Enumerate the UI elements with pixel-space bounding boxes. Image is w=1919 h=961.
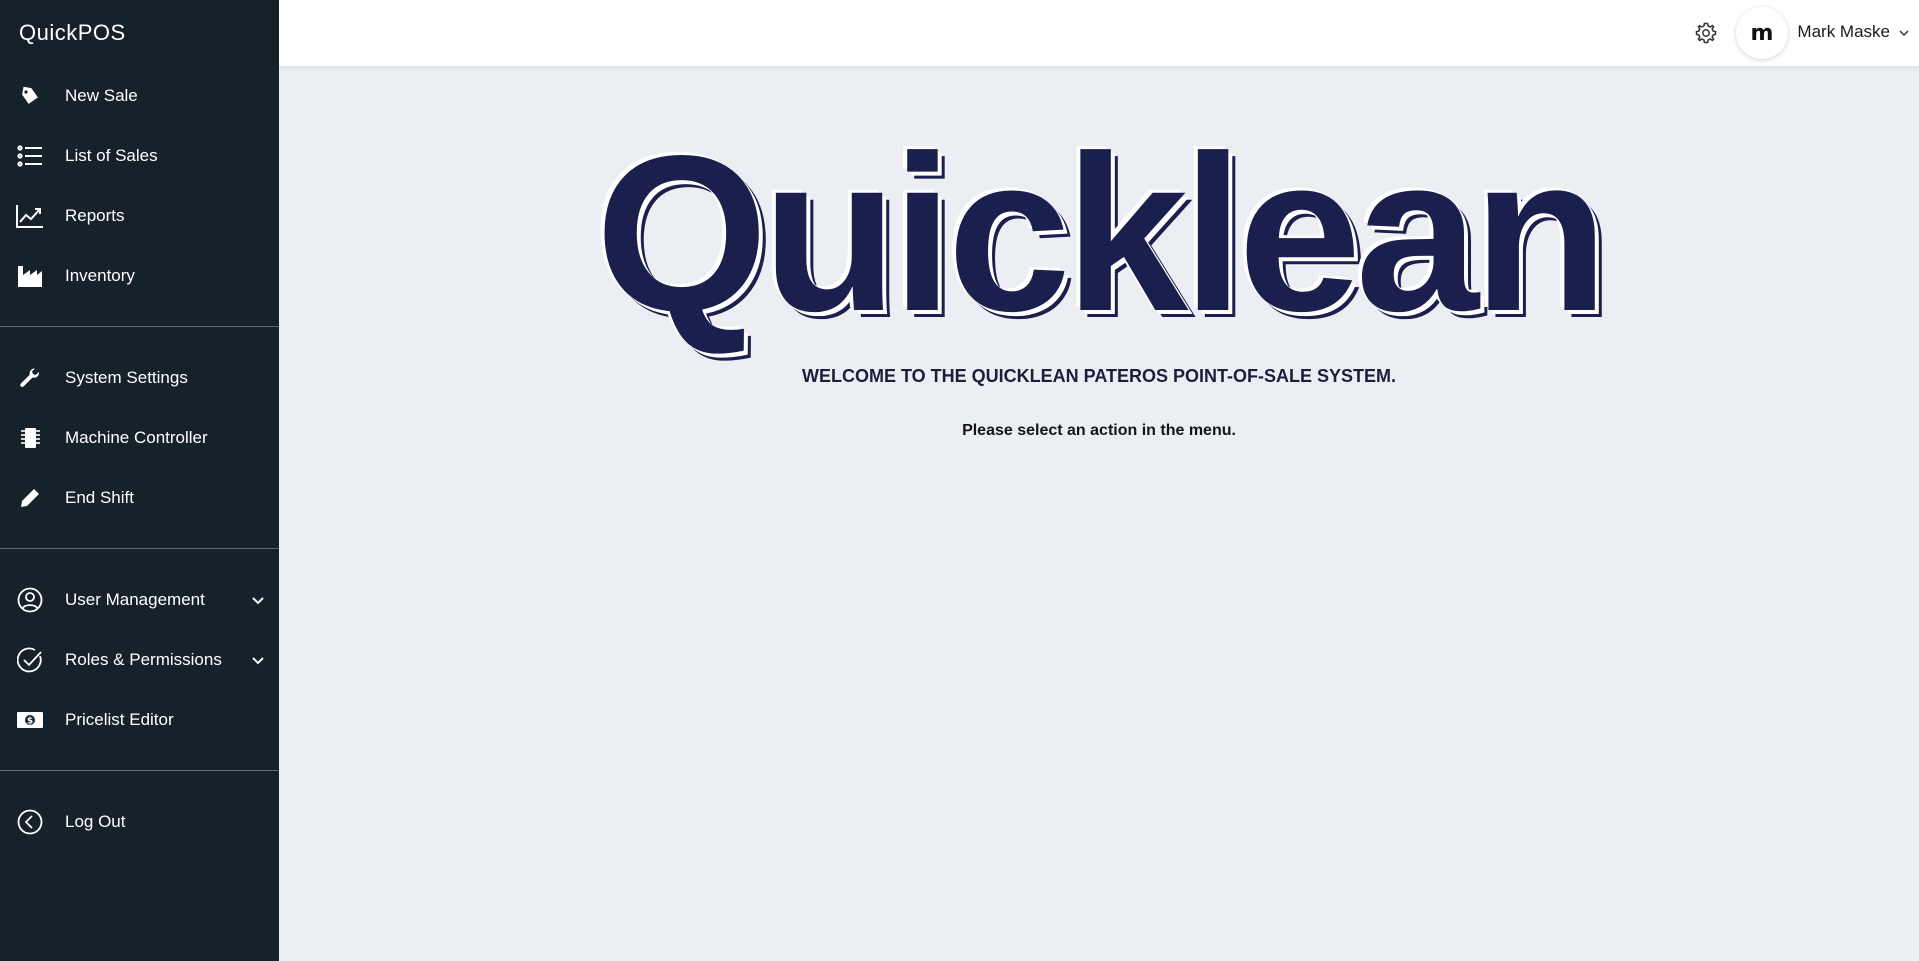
chevron-down-icon[interactable] [251, 653, 265, 667]
sidebar-divider [0, 548, 279, 549]
sidebar-item-label: Reports [65, 206, 125, 225]
sidebar-item-log-out[interactable]: Log Out [0, 792, 279, 852]
gear-icon[interactable] [1694, 21, 1718, 45]
sidebar-divider [0, 770, 279, 771]
factory-icon [15, 261, 45, 291]
sidebar: QuickPOS New Sale List of Sales Reports … [0, 0, 279, 961]
sidebar-item-label: Inventory [65, 266, 135, 285]
sidebar-item-pricelist-editor[interactable]: $ Pricelist Editor [0, 690, 279, 750]
wrench-icon [15, 363, 45, 393]
chip-icon [15, 423, 45, 453]
sidebar-item-new-sale[interactable]: New Sale [0, 66, 279, 126]
app-brand[interactable]: QuickPOS [0, 0, 279, 66]
sidebar-item-list-of-sales[interactable]: List of Sales [0, 126, 279, 186]
sidebar-item-user-management[interactable]: User Management [0, 570, 279, 630]
pencil-icon [15, 483, 45, 513]
sidebar-item-label: Roles & Permissions [65, 650, 222, 669]
welcome-heading: WELCOME TO THE QUICKLEAN PATEROS POINT-O… [801, 366, 1397, 386]
sidebar-item-label: Pricelist Editor [65, 710, 174, 729]
sidebar-item-roles-permissions[interactable]: Roles & Permissions [0, 630, 279, 690]
user-circle-icon [15, 585, 45, 615]
chart-line-icon [15, 201, 45, 231]
main-content: Quicklean WELCOME TO THE QUICKLEAN PATER… [279, 66, 1919, 961]
sidebar-item-label: Machine Controller [65, 428, 208, 447]
sidebar-item-label: New Sale [65, 86, 138, 105]
sidebar-item-label: List of Sales [65, 146, 158, 165]
instruction-text: Please select an action in the menu. [962, 422, 1236, 439]
chevron-down-icon[interactable] [1898, 27, 1910, 39]
user-name[interactable]: Mark Maske [1797, 22, 1890, 42]
sidebar-item-label: Log Out [65, 812, 126, 831]
chevron-down-icon[interactable] [251, 593, 265, 607]
sidebar-item-machine-controller[interactable]: Machine Controller [0, 408, 279, 468]
top-bar: m Mark Maske [279, 0, 1919, 66]
sidebar-item-label: User Management [65, 590, 205, 609]
sidebar-item-label: System Settings [65, 368, 188, 387]
money-icon: $ [15, 705, 45, 735]
sidebar-item-inventory[interactable]: Inventory [0, 246, 279, 306]
check-circle-icon [15, 645, 45, 675]
back-circle-icon [15, 807, 45, 837]
sidebar-item-reports[interactable]: Reports [0, 186, 279, 246]
hero-logo-text: Quicklean [595, 110, 1608, 358]
sidebar-item-system-settings[interactable]: System Settings [0, 348, 279, 408]
list-icon [15, 141, 45, 171]
svg-text:$: $ [27, 717, 33, 727]
tag-icon [15, 81, 45, 111]
sidebar-divider [0, 326, 279, 327]
sidebar-item-end-shift[interactable]: End Shift [0, 468, 279, 528]
avatar[interactable]: m [1736, 7, 1788, 59]
sidebar-item-label: End Shift [65, 488, 134, 507]
